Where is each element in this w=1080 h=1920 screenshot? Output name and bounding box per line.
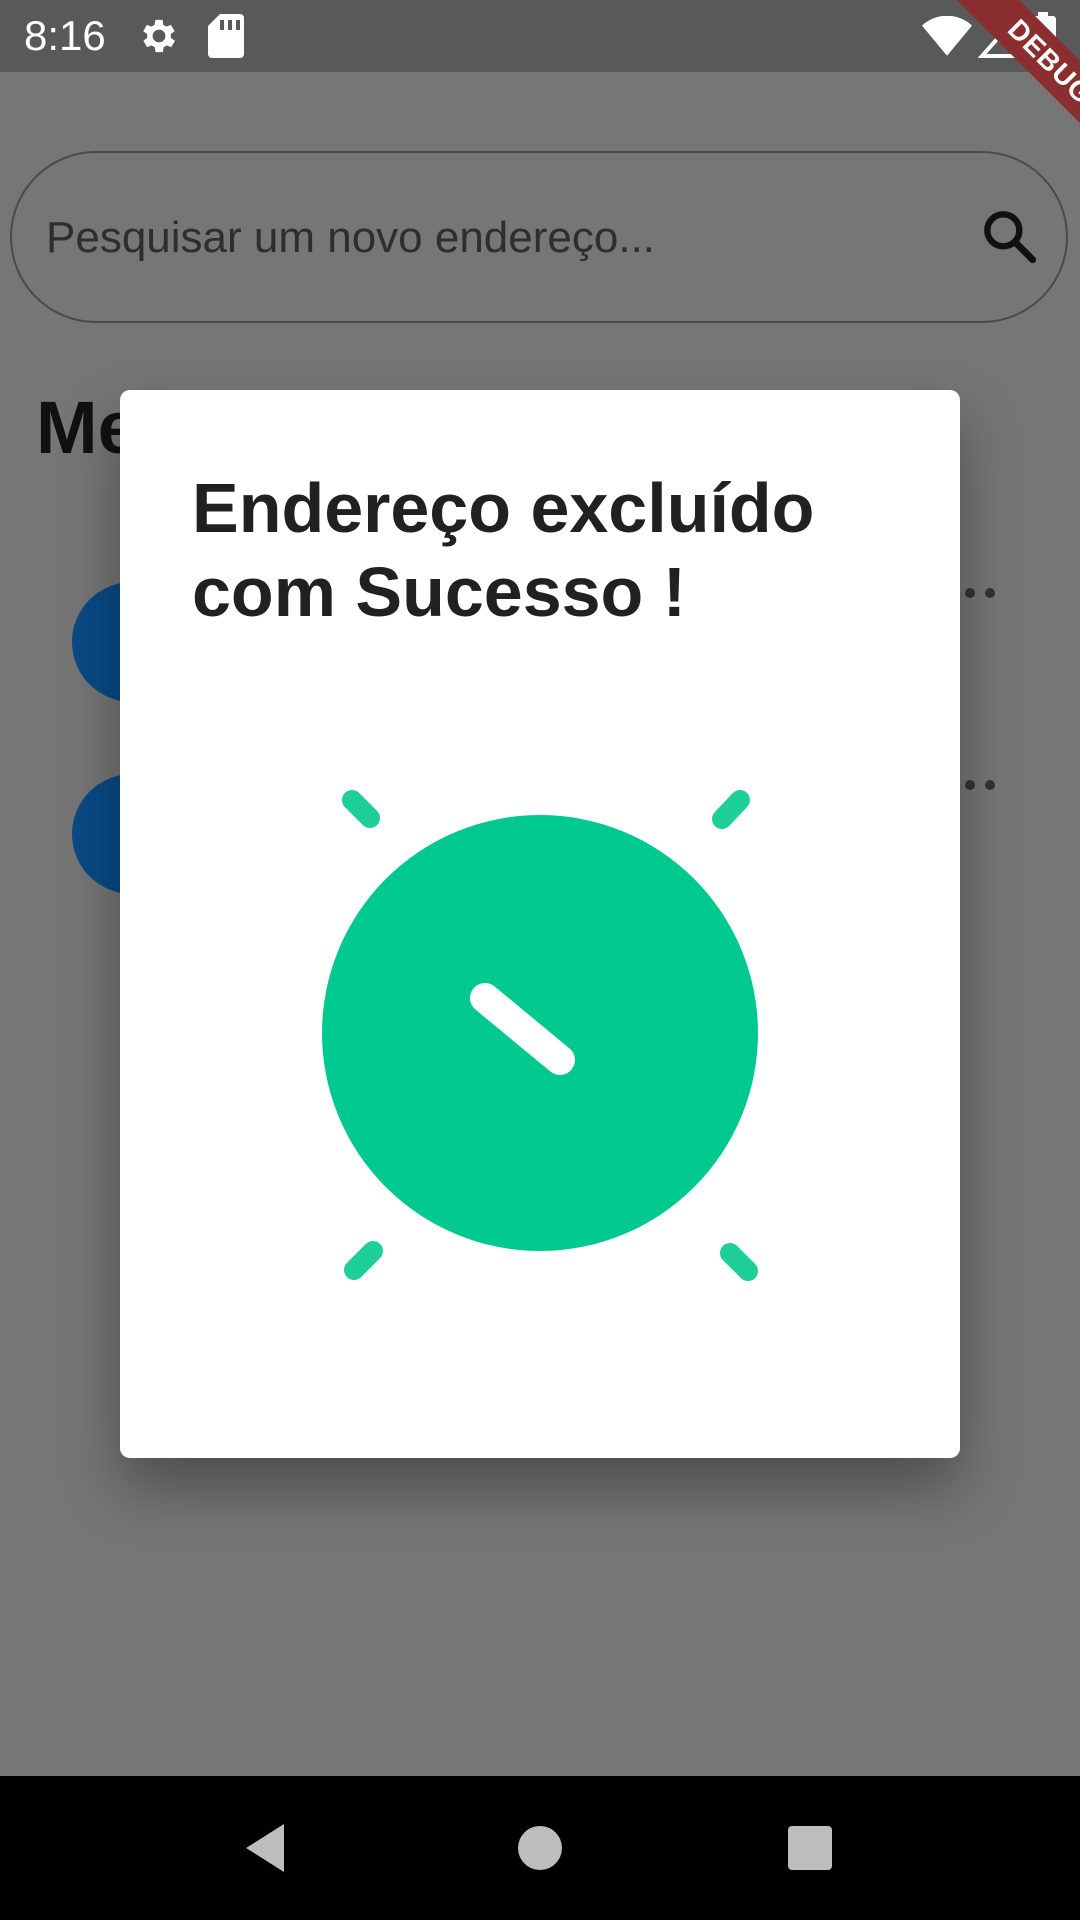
search-icon[interactable] xyxy=(978,205,1042,269)
more-options-icon[interactable] xyxy=(964,779,998,791)
success-dialog: Endereço excluído com Sucesso ! xyxy=(120,390,960,1458)
recents-icon[interactable] xyxy=(786,1820,834,1876)
search-bar[interactable] xyxy=(10,151,1068,323)
search-input[interactable] xyxy=(46,213,926,263)
dialog-title: Endereço excluído com Sucesso ! xyxy=(192,469,815,631)
navigation-bar xyxy=(0,1776,1080,1920)
more-options-icon[interactable] xyxy=(964,587,998,599)
sd-card-icon xyxy=(208,14,244,58)
gear-icon xyxy=(143,19,175,53)
wifi-icon xyxy=(922,16,972,56)
success-check-icon xyxy=(322,790,758,1281)
status-time: 8:16 xyxy=(24,12,106,59)
home-icon[interactable] xyxy=(518,1820,562,1876)
status-bar: 8:16 xyxy=(0,0,1080,72)
back-icon[interactable] xyxy=(240,1820,296,1876)
